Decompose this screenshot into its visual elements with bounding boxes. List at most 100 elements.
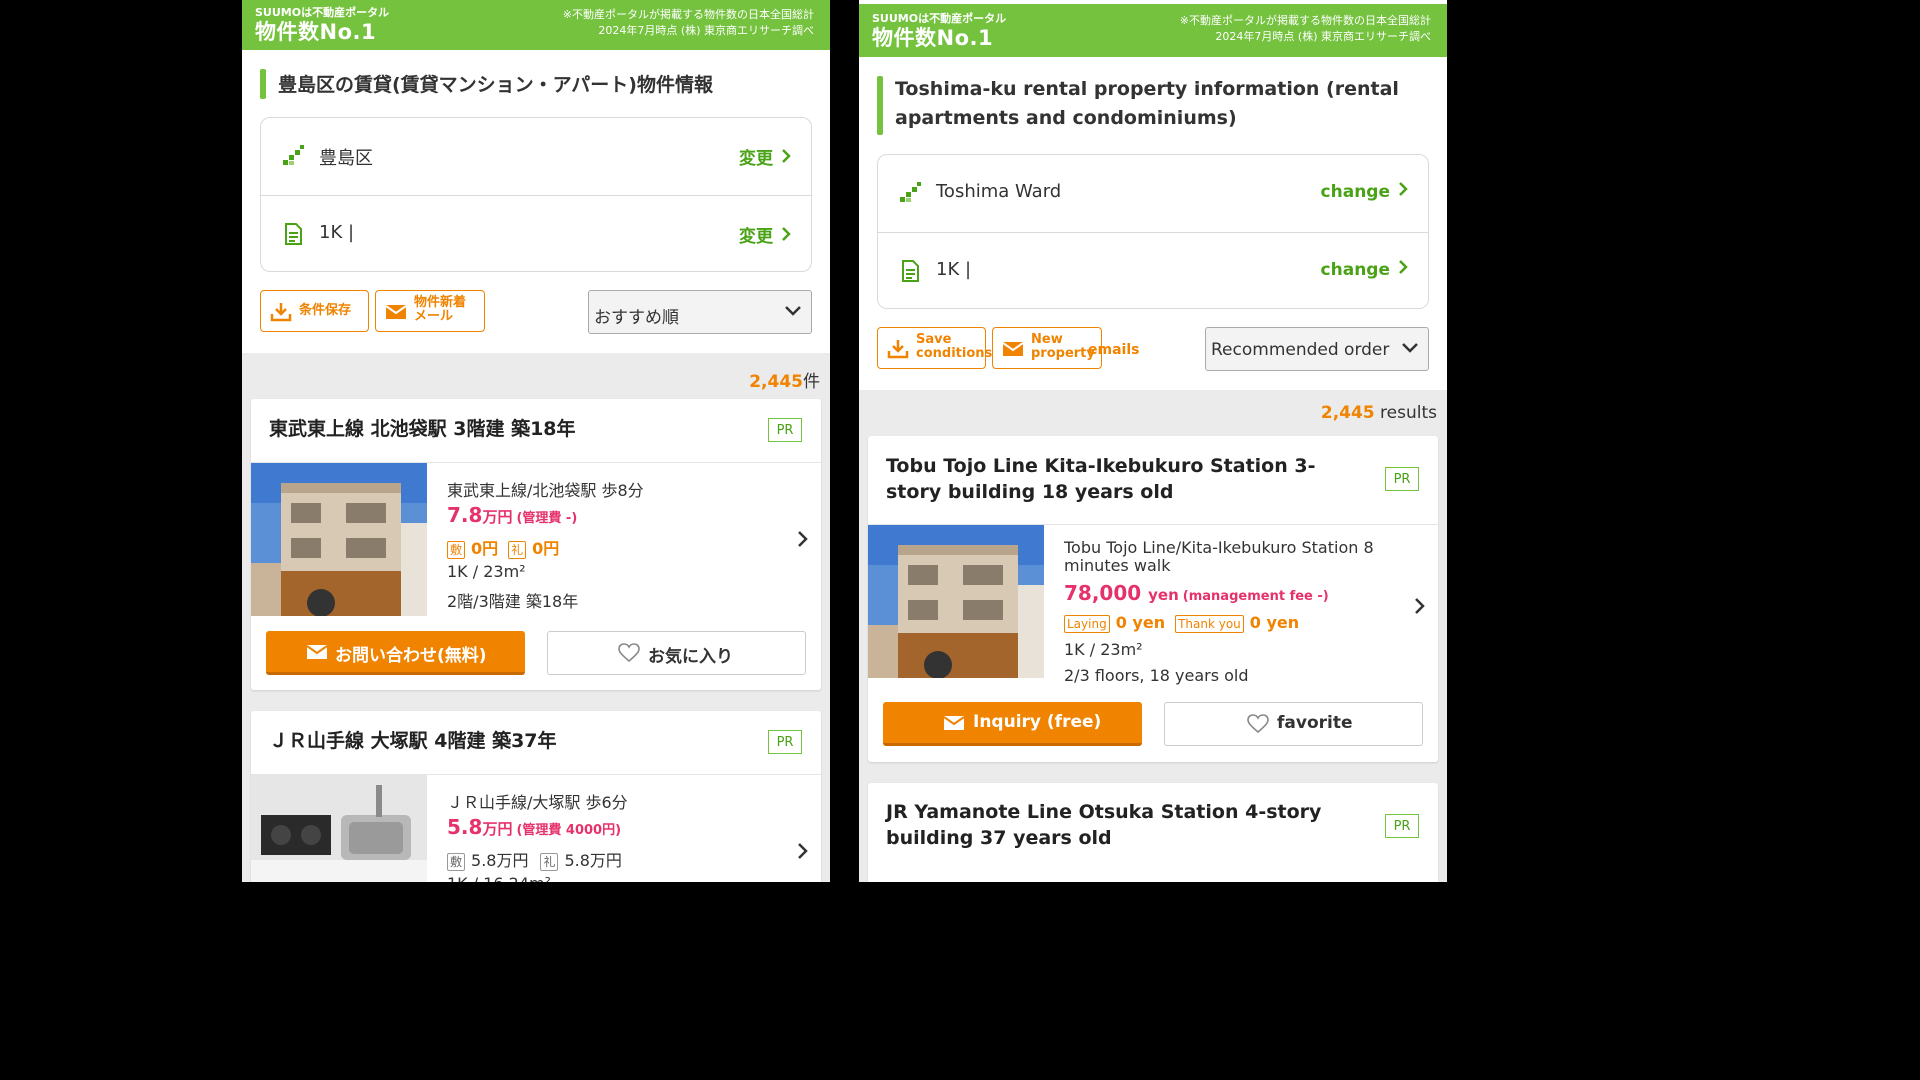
result-count-number: 2,445 (749, 372, 803, 392)
banner-headline: 物件数No.1 (255, 20, 377, 44)
new-mail-line2: property (1031, 346, 1095, 361)
change-label: 変更 (739, 227, 773, 247)
new-mail-line1: 物件新着 (414, 295, 467, 310)
result-count-unit: 件 (803, 372, 820, 392)
area-value: 豊島区 (319, 148, 373, 169)
access-text: 東武東上線/北池袋駅 歩8分 (447, 481, 644, 500)
page-title: 豊島区の賃貸(賃貸マンション・アパート)物件情報 (278, 74, 713, 96)
document-icon (902, 260, 919, 282)
key-money-value: 0円 (532, 539, 560, 558)
chevron-right-icon[interactable] (797, 530, 809, 548)
english-panel: SUUMOは不動産ポータル 物件数No.1 ※不動産ポータルが掲載する物件数の日… (859, 0, 1447, 882)
building-image (251, 463, 427, 616)
chevron-right-icon (1399, 182, 1408, 196)
japanese-panel: SUUMOは不動産ポータル 物件数No.1 ※不動産ポータルが掲載する物件数の日… (242, 0, 830, 882)
chevron-right-icon[interactable] (797, 842, 809, 860)
rent-price: 7.8万円 (447, 503, 512, 527)
download-icon (887, 340, 909, 359)
property-card[interactable]: JR Yamanote Line Otsuka Station 4-story … (868, 783, 1438, 882)
access-text: Tobu Tojo Line/Kita-Ikebukuro Station 8 … (1064, 538, 1374, 575)
rent-unit: 万円 (482, 820, 513, 838)
result-count: 2,445件 (749, 367, 820, 392)
condition-box: 豊島区 変更 1K | 変更 (260, 117, 812, 272)
key-money-tag: 礼 (508, 541, 527, 559)
mail-icon (1002, 342, 1024, 356)
change-area-link[interactable]: 変更 (739, 144, 791, 169)
layout-value: 1K | (319, 222, 355, 243)
deposit-line: 敷 0円礼 0円 (447, 535, 781, 559)
new-property-mail-button[interactable]: New property (992, 327, 1102, 369)
management-fee: (management fee -) (1182, 589, 1329, 604)
rent-price: 5.8万円 (447, 815, 512, 839)
floors-age: 2階/3階建 築18年 (447, 592, 579, 611)
area-steps-icon (283, 145, 304, 165)
pr-badge: PR (768, 730, 802, 754)
condition-area-row[interactable]: 豊島区 変更 (261, 118, 811, 194)
inquiry-button[interactable]: お問い合わせ(無料) (266, 631, 525, 675)
rent-unit: 万円 (482, 508, 513, 526)
change-layout-link[interactable]: change (1321, 259, 1408, 280)
property-title: ＪＲ山手線 大塚駅 4階建 築37年 (269, 730, 557, 752)
save-conditions-label: 条件保存 (299, 303, 352, 318)
chevron-right-icon (1399, 260, 1408, 274)
chevron-down-icon (1402, 343, 1418, 353)
deposit-tag: 敷 (447, 853, 466, 871)
key-money-value: 5.8万円 (564, 851, 622, 870)
new-mail-line2: メール (414, 309, 454, 324)
chevron-right-icon (782, 149, 791, 163)
property-photo[interactable] (251, 775, 427, 882)
promo-banner: SUUMOは不動産ポータル 物件数No.1 ※不動産ポータルが掲載する物件数の日… (859, 0, 1447, 57)
new-property-mail-button[interactable]: 物件新着 メール (375, 290, 485, 332)
property-card[interactable]: ＪＲ山手線 大塚駅 4階建 築37年 PR ＪＲ山手線/大塚駅 歩6分 5.8万… (251, 711, 821, 882)
property-card[interactable]: Tobu Tojo Line Kita-Ikebukuro Station 3-… (868, 436, 1438, 762)
pr-badge: PR (1385, 467, 1419, 491)
document-icon (285, 223, 302, 245)
deposit-value: 5.8万円 (471, 851, 529, 870)
banner-note-line1: ※不動産ポータルが掲載する物件数の日本全国総計 (1179, 14, 1431, 27)
property-card[interactable]: 東武東上線 北池袋駅 3階建 築18年 PR 東武東上線/北池袋駅 歩8分 7.… (251, 399, 821, 690)
pr-badge: PR (1385, 814, 1419, 838)
mail-icon (943, 716, 965, 730)
promo-banner: SUUMOは不動産ポータル 物件数No.1 ※不動産ポータルが掲載する物件数の日… (242, 0, 830, 50)
banner-headline: 物件数No.1 (872, 26, 994, 50)
new-mail-overflow-text: emails (1088, 342, 1140, 358)
save-conditions-button[interactable]: Save conditions (877, 327, 992, 369)
change-area-link[interactable]: change (1321, 181, 1408, 202)
property-title: 東武東上線 北池袋駅 3階建 築18年 (269, 418, 576, 440)
favorite-button[interactable]: favorite (1164, 702, 1423, 746)
save-conditions-button[interactable]: 条件保存 (260, 290, 369, 332)
deposit-tag: Laying (1064, 615, 1110, 633)
inquiry-label: お問い合わせ(無料) (335, 646, 487, 666)
management-fee: (管理費 4000円) (516, 823, 622, 838)
property-photo[interactable] (251, 463, 427, 616)
change-layout-link[interactable]: 変更 (739, 222, 791, 247)
deposit-tag: 敷 (447, 541, 466, 559)
result-count: 2,445 results (1321, 403, 1437, 423)
save-line1: Save (916, 332, 952, 347)
favorite-button[interactable]: お気に入り (547, 631, 806, 675)
change-label: change (1320, 260, 1390, 280)
sort-select[interactable]: おすすめ順 (588, 290, 812, 334)
search-header: 豊島区の賃貸(賃貸マンション・アパート)物件情報 豊島区 変更 1K | 変更 … (242, 50, 830, 353)
access-text: ＪＲ山手線/大塚駅 歩6分 (447, 793, 628, 812)
condition-area-row[interactable]: Toshima Ward change (878, 155, 1428, 231)
layout-size: 1K / 23m² (447, 562, 526, 581)
sort-select[interactable]: Recommended order (1205, 327, 1429, 371)
property-photo[interactable] (868, 525, 1044, 678)
rent-line: 7.8万円 (管理費 -) (447, 503, 781, 527)
area-steps-icon (900, 182, 921, 202)
layout-size: 1K / 16.24m² (447, 874, 781, 882)
kitchen-image (251, 775, 427, 882)
mail-icon (306, 645, 328, 659)
key-money-value: 0 yen (1249, 613, 1300, 632)
rent-value: 7.8 (447, 503, 483, 527)
banner-note: ※不動産ポータルが掲載する物件数の日本全国総計 2024年7月時点 (株) 東京… (1180, 13, 1431, 45)
new-mail-line1: New (1031, 332, 1063, 347)
deposit-line: 敷 5.8万円礼 5.8万円 (447, 847, 781, 871)
banner-note-line1: ※不動産ポータルが掲載する物件数の日本全国総計 (562, 8, 814, 21)
inquiry-button[interactable]: Inquiry (free) (883, 702, 1142, 746)
condition-layout-row[interactable]: 1K | 変更 (261, 195, 811, 272)
condition-layout-row[interactable]: 1K | change (878, 232, 1428, 309)
sort-value: おすすめ順 (594, 308, 679, 328)
chevron-right-icon[interactable] (1414, 597, 1426, 615)
